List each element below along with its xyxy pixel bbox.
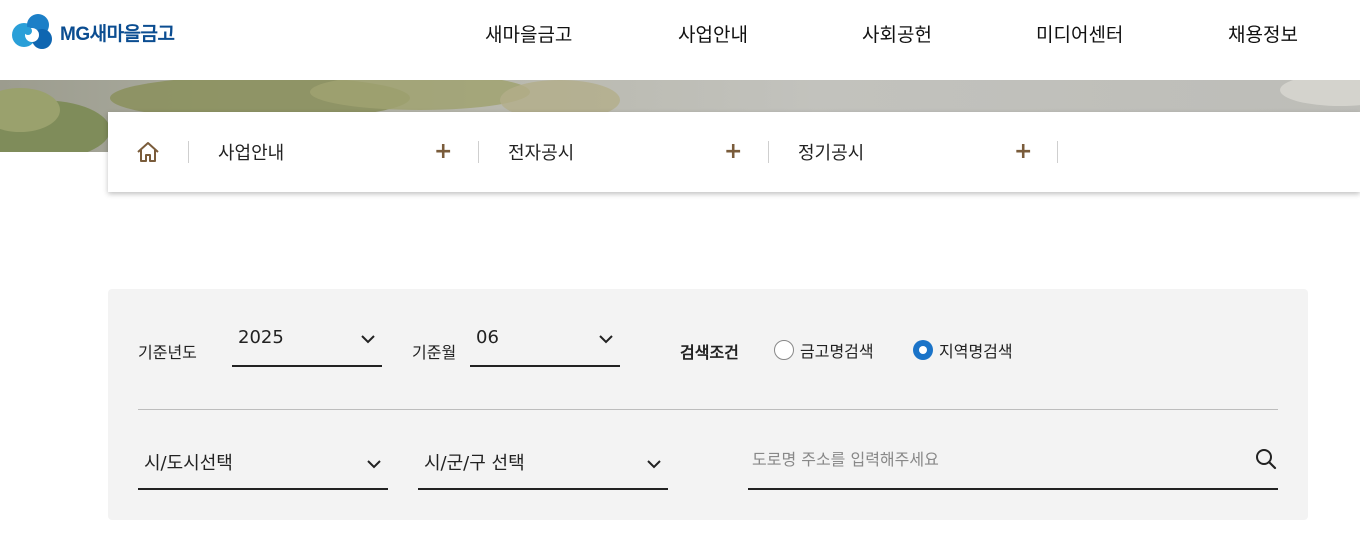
condition-label: 검색조건	[680, 343, 739, 362]
radio-label: 지역명검색	[939, 342, 1013, 361]
chevron-down-icon	[367, 460, 381, 469]
breadcrumb-label: 사업안내	[218, 143, 285, 164]
nav-item-saemaeul[interactable]: 새마을금고	[485, 20, 572, 47]
city-select-value: 시/도시선택	[144, 453, 233, 474]
breadcrumb-divider	[1057, 141, 1058, 163]
expand-plus-icon[interactable]: +	[724, 141, 742, 163]
month-select[interactable]: 06	[470, 327, 620, 367]
radio-unchecked[interactable]	[774, 340, 794, 360]
breadcrumb: 사업안내 + 전자공시 + 정기공시 +	[108, 112, 1360, 192]
site-header: MG새마을금고 새마을금고 사업안내 사회공헌 미디어센터 채용정보	[0, 0, 1360, 80]
nav-item-business[interactable]: 사업안내	[678, 20, 748, 47]
breadcrumb-divider	[768, 141, 769, 163]
home-icon	[137, 142, 159, 162]
nav-item-media[interactable]: 미디어센터	[1036, 20, 1123, 47]
year-value: 2025	[238, 327, 284, 348]
nav-item-recruit[interactable]: 채용정보	[1228, 20, 1298, 47]
breadcrumb-label: 정기공시	[798, 143, 865, 164]
search-panel: 기준년도 2025 기준월 06 검색조건 금고명검색 지역명검색 시/도시선택…	[108, 289, 1308, 520]
mg-logo-icon	[12, 14, 52, 49]
district-select[interactable]: 시/군/구 선택	[418, 439, 668, 490]
expand-plus-icon[interactable]: +	[1014, 141, 1032, 163]
district-select-value: 시/군/구 선택	[424, 453, 525, 474]
month-label: 기준월	[412, 343, 457, 362]
radio-region-name[interactable]: 지역명검색	[913, 338, 1013, 362]
breadcrumb-divider	[188, 141, 189, 163]
radio-branch-name[interactable]: 금고명검색	[774, 338, 874, 362]
breadcrumb-item-regular[interactable]: 정기공시	[798, 112, 864, 192]
year-select[interactable]: 2025	[232, 327, 382, 367]
breadcrumb-item-business[interactable]: 사업안내	[218, 112, 284, 192]
panel-divider	[138, 409, 1278, 410]
address-search-field	[748, 439, 1278, 490]
year-label: 기준년도	[138, 343, 197, 362]
radio-label: 금고명검색	[800, 342, 874, 361]
logo-text: MG새마을금고	[60, 23, 175, 45]
breadcrumb-item-disclosure[interactable]: 전자공시	[508, 112, 574, 192]
chevron-down-icon	[599, 335, 613, 344]
search-icon[interactable]	[1254, 447, 1278, 471]
breadcrumb-home[interactable]	[108, 112, 188, 192]
expand-plus-icon[interactable]: +	[434, 141, 452, 163]
chevron-down-icon	[361, 335, 375, 344]
nav-item-social[interactable]: 사회공헌	[862, 20, 932, 47]
breadcrumb-divider	[478, 141, 479, 163]
chevron-down-icon	[647, 460, 661, 469]
month-value: 06	[476, 327, 499, 348]
city-select[interactable]: 시/도시선택	[138, 439, 388, 490]
address-input[interactable]	[752, 439, 1232, 479]
logo[interactable]: MG새마을금고	[8, 11, 175, 53]
breadcrumb-label: 전자공시	[508, 143, 575, 164]
radio-checked[interactable]	[913, 340, 933, 360]
